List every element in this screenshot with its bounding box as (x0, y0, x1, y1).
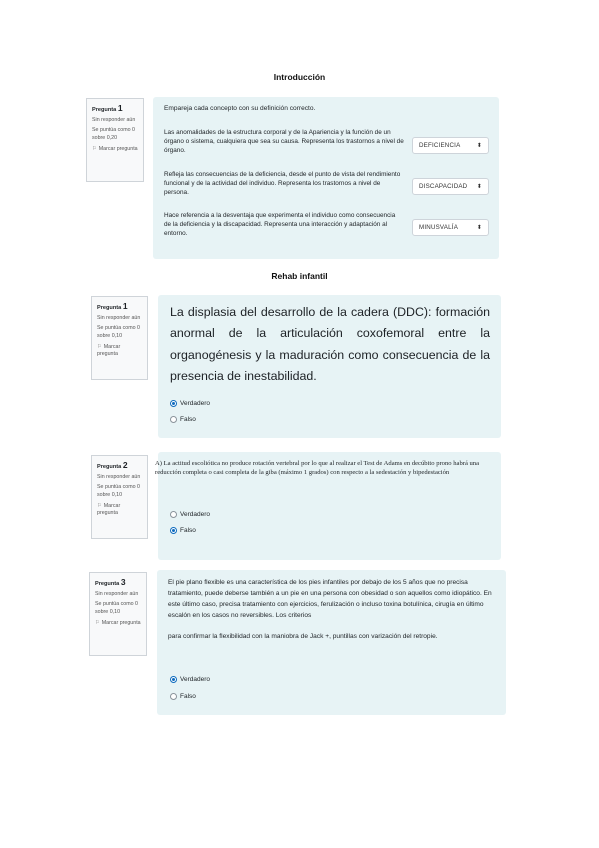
question-number: Pregunta 3 (95, 577, 126, 587)
question-text: La displasia del desarrollo de la cadera… (170, 305, 490, 383)
question-content-rq3: El pie plano flexible es una característ… (157, 570, 506, 715)
match-row-1-text: Las anomalidades de la estructura corpor… (164, 129, 404, 155)
question-score: Se puntúa como 0 sobre 0,10 (95, 601, 138, 615)
question-score: Se puntúa como 0 sobre 0,10 (97, 484, 140, 498)
option-verdadero[interactable]: Verdadero (170, 400, 210, 407)
question-status: Sin responder aún (95, 591, 139, 598)
select-arrows-icon: ⬍ (476, 143, 482, 149)
match-select-3[interactable]: MINUSVALÍA ⬍ (412, 219, 489, 236)
option-falso[interactable]: Falso (170, 693, 196, 700)
question-status: Sin responder aún (92, 117, 136, 124)
question-info-rq3: Pregunta 3 Sin responder aún Se puntúa c… (89, 572, 147, 656)
question-text: El pie plano flexible es una característ… (168, 579, 492, 619)
question-number: Pregunta 1 (92, 103, 123, 113)
flag-icon: ⚐ (97, 343, 102, 350)
question-info-rq2: Pregunta 2 Sin responder aún Se puntúa c… (91, 455, 148, 539)
question-score: Se puntúa como 0 sobre 0,20 (92, 127, 135, 141)
option-verdadero[interactable]: Verdadero (170, 676, 210, 683)
question-info-rq1: Pregunta 1 Sin responder aún Se puntúa c… (91, 296, 148, 380)
flag-question-link[interactable]: ⚐ Marcar pregunta (97, 503, 142, 517)
section-title-introduccion: Introducción (273, 72, 326, 82)
question-status: Sin responder aún (97, 474, 141, 481)
question-score: Se puntúa como 0 sobre 0,10 (97, 325, 140, 339)
option-falso[interactable]: Falso (170, 416, 196, 423)
radio-button[interactable] (170, 676, 177, 683)
flag-question-link[interactable]: ⚐ Marcar pregunta (95, 620, 141, 627)
match-select-2[interactable]: DISCAPACIDAD ⬍ (412, 178, 489, 195)
flag-question-link[interactable]: ⚐ Marcar pregunta (92, 146, 138, 153)
radio-button[interactable] (170, 511, 177, 518)
option-verdadero[interactable]: Verdadero (170, 511, 210, 518)
section-title-rehab-infantil: Rehab infantil (271, 271, 328, 281)
radio-button[interactable] (170, 693, 177, 700)
match-select-1[interactable]: DEFICIENCIA ⬍ (412, 137, 489, 154)
question-info-q1: Pregunta 1 Sin responder aún Se puntúa c… (86, 98, 144, 182)
question-prompt: Empareja cada concepto con su definición… (164, 105, 316, 112)
radio-button[interactable] (170, 527, 177, 534)
radio-button[interactable] (170, 400, 177, 407)
question-status: Sin responder aún (97, 315, 141, 322)
question-text-continued: para confirmar la flexibilidad con la ma… (168, 633, 438, 640)
select-arrows-icon: ⬍ (476, 184, 482, 190)
question-text: A) La actitud escoliótica no produce rot… (155, 460, 480, 477)
question-content-rq1: La displasia del desarrollo de la cadera… (158, 295, 501, 438)
flag-icon: ⚐ (97, 502, 102, 509)
match-row-2-text: Refleja las consecuencias de la deficien… (164, 171, 401, 197)
match-row-3-text: Hace referencia a la desventaja que expe… (164, 212, 396, 238)
flag-icon: ⚐ (95, 619, 100, 626)
question-content-q1: Empareja cada concepto con su definición… (153, 97, 499, 259)
radio-button[interactable] (170, 416, 177, 423)
flag-icon: ⚐ (92, 145, 97, 152)
question-number: Pregunta 1 (97, 301, 128, 311)
option-falso[interactable]: Falso (170, 527, 196, 534)
question-number: Pregunta 2 (97, 460, 128, 470)
flag-question-link[interactable]: ⚐ Marcar pregunta (97, 344, 142, 358)
select-arrows-icon: ⬍ (476, 225, 482, 231)
